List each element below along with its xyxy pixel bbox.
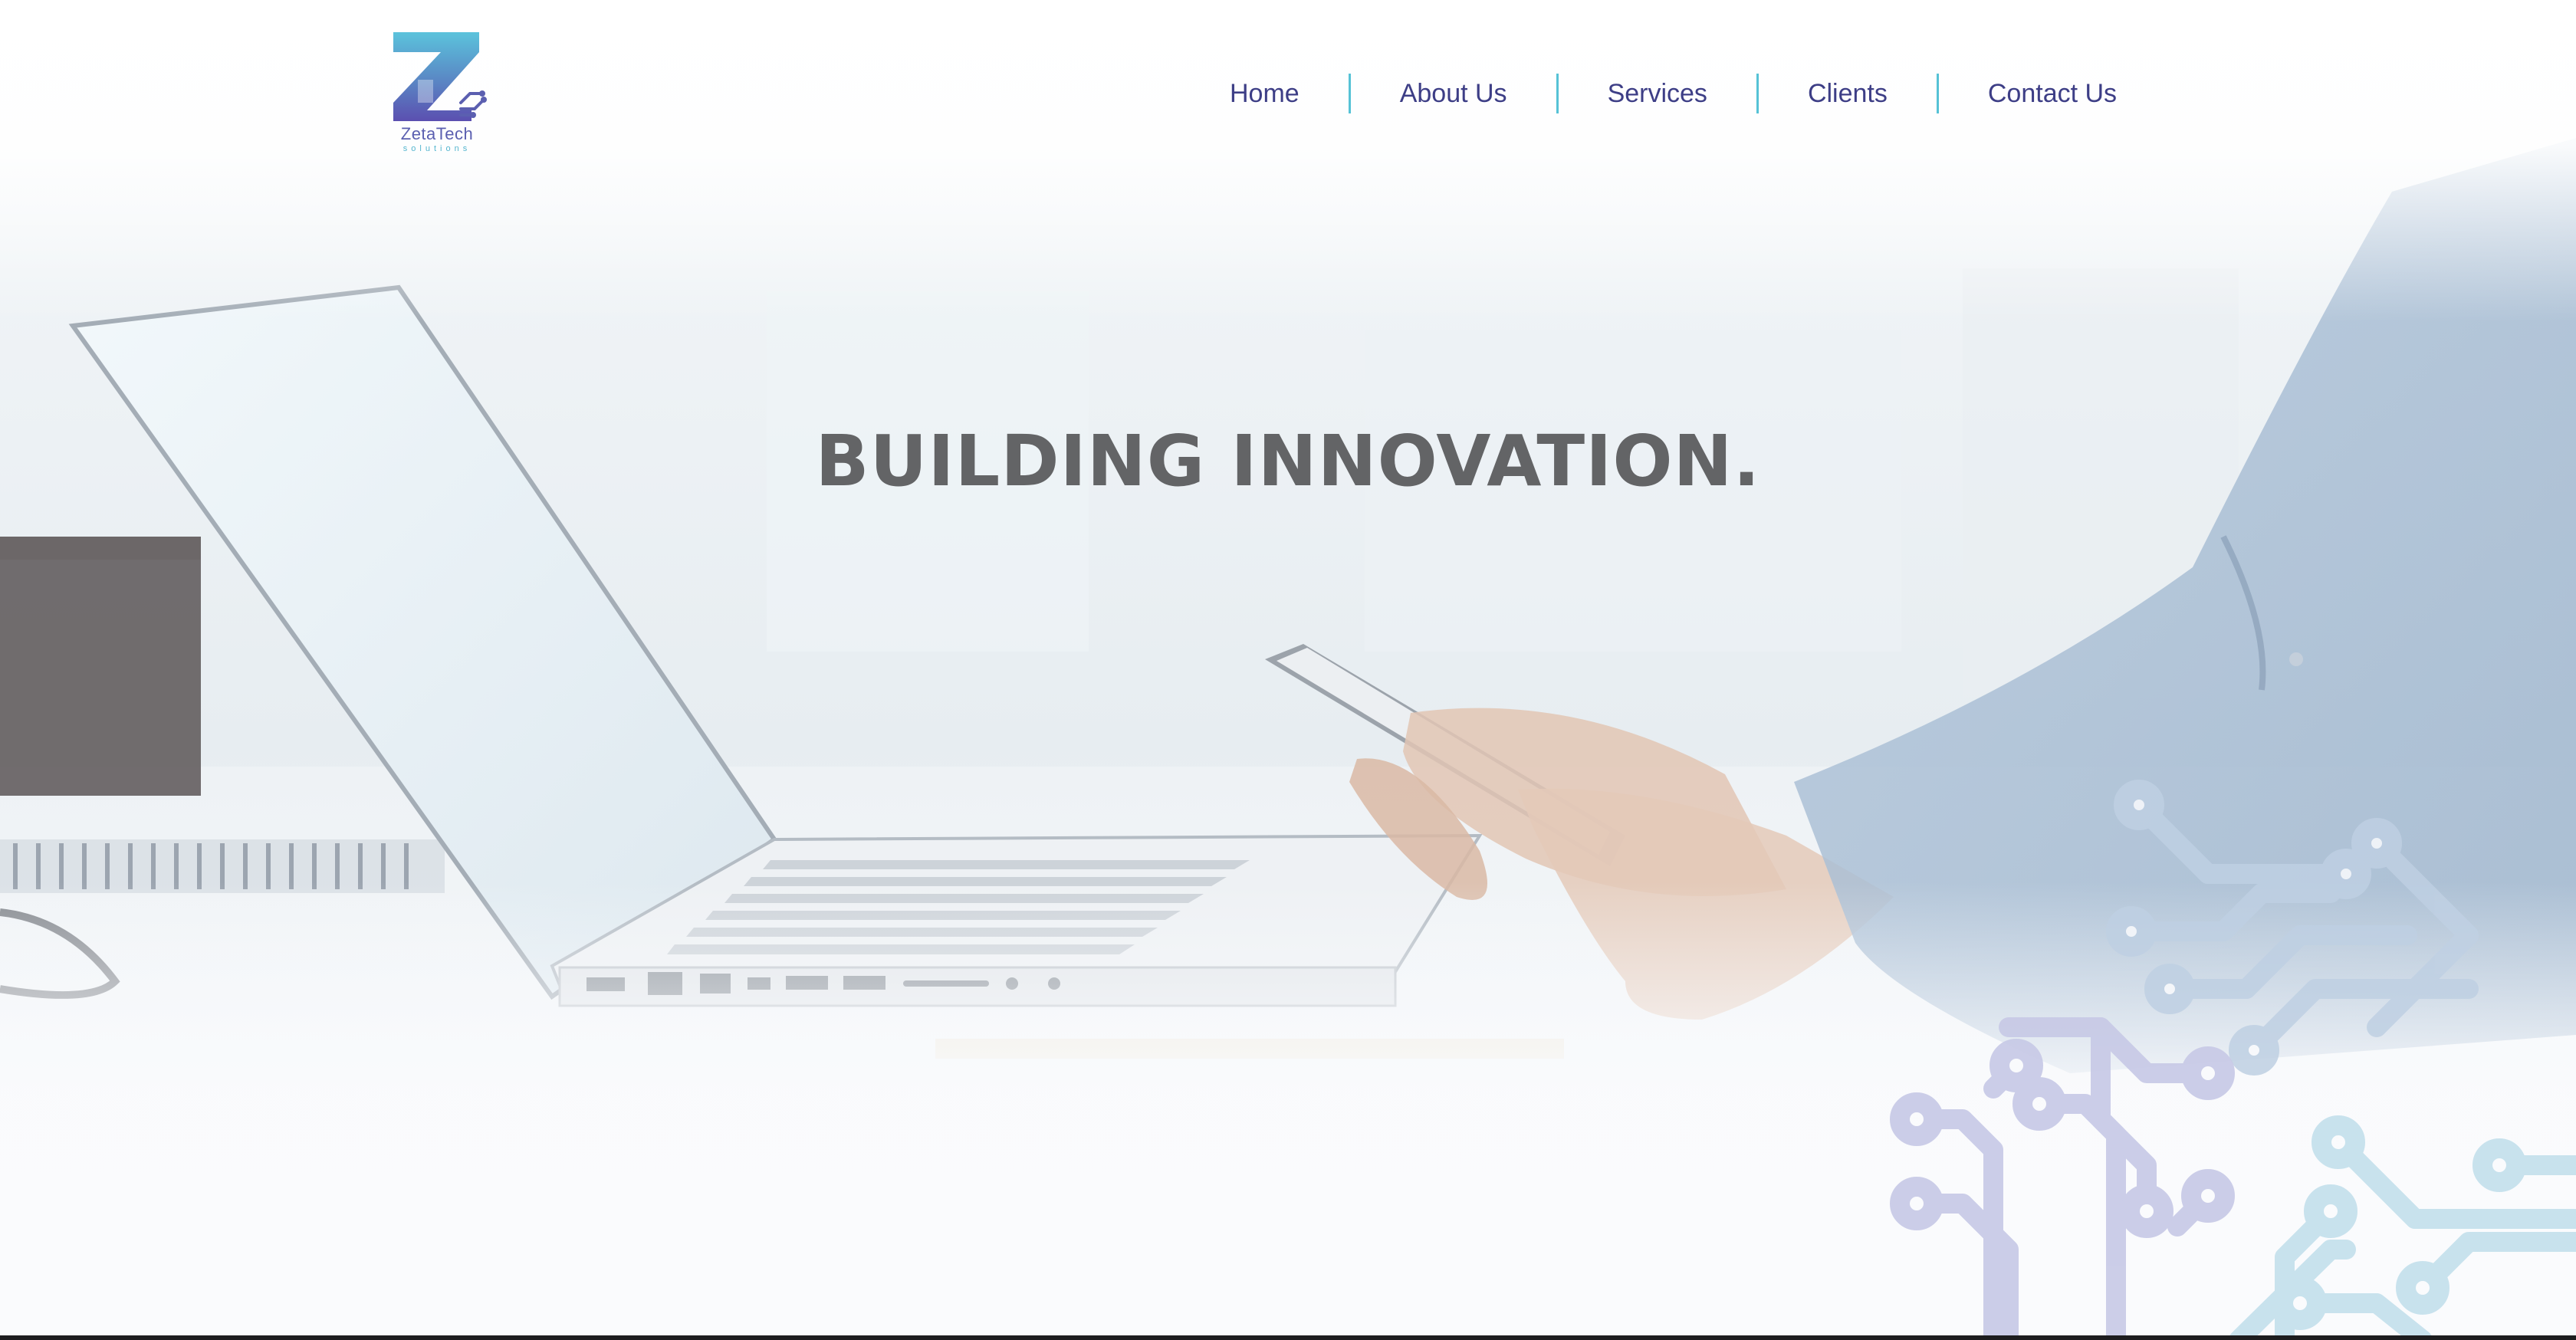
zetatech-logo[interactable]: ZetaTech solutions	[387, 29, 487, 159]
z-logo-icon	[393, 32, 487, 121]
hero-title: BUILDING INNOVATION.	[815, 420, 1761, 502]
nav-item-services[interactable]: Services	[1559, 71, 1756, 117]
nav-item-about-us[interactable]: About Us	[1351, 71, 1556, 117]
header-fade-overlay	[0, 0, 2576, 322]
logo-tagline: solutions	[402, 144, 472, 153]
page-bottom-border	[0, 1335, 2576, 1340]
page: ZetaTech solutions Home About Us Service…	[0, 0, 2576, 1340]
circuit-trace-graphic	[1890, 780, 2576, 1340]
logo-brand-name: ZetaTech	[400, 124, 474, 143]
nav-item-contact-us[interactable]: Contact Us	[1939, 71, 2117, 117]
nav-item-home[interactable]: Home	[1181, 71, 1349, 117]
nav-item-clients[interactable]: Clients	[1759, 71, 1937, 117]
main-nav: Home About Us Services Clients Contact U…	[1181, 71, 2117, 117]
